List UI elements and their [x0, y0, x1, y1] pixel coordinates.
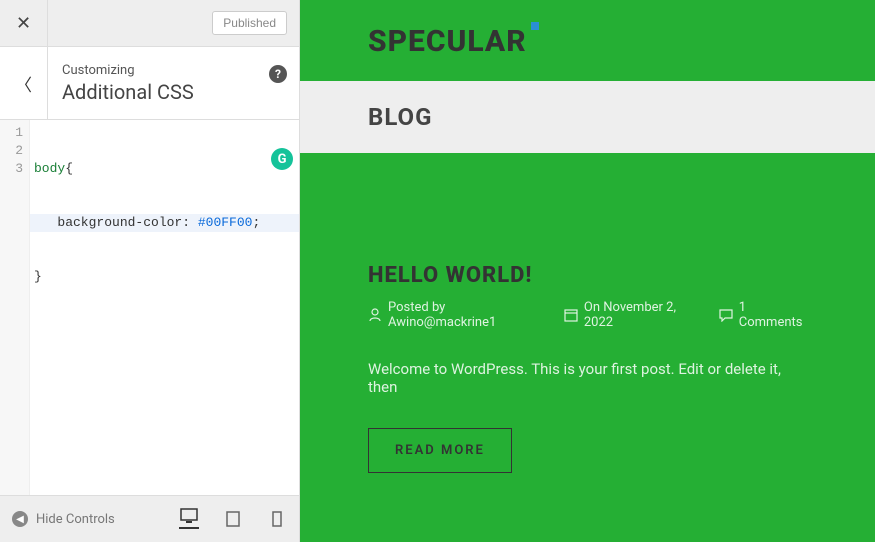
- read-more-button[interactable]: READ MORE: [368, 428, 512, 473]
- tablet-preview-button[interactable]: [223, 509, 243, 529]
- logo-badge-icon: [531, 22, 539, 30]
- device-preview-toggle: [179, 509, 299, 529]
- site-preview[interactable]: SPECULAR BLOG HELLO WORLD! Posted by Awi…: [300, 0, 875, 542]
- post-title[interactable]: HELLO WORLD!: [368, 263, 807, 288]
- user-icon: [368, 308, 382, 323]
- help-icon[interactable]: ?: [269, 65, 287, 83]
- close-customizer-button[interactable]: ✕: [0, 0, 48, 46]
- code-line: background-color: #00FF00;: [30, 214, 299, 232]
- line-gutter: 1 2 3: [0, 120, 30, 495]
- collapse-icon: ◀: [12, 511, 28, 527]
- line-number: 3: [0, 160, 29, 178]
- customizer-footer: ◀ Hide Controls: [0, 495, 299, 542]
- line-number: 1: [0, 124, 29, 142]
- desktop-preview-button[interactable]: [179, 509, 199, 529]
- hide-controls-button[interactable]: ◀ Hide Controls: [0, 511, 179, 527]
- top-actions: Published: [48, 0, 299, 46]
- css-editor[interactable]: 1 2 3 body{ background-color: #00FF00; }…: [0, 120, 299, 495]
- tablet-icon: [226, 511, 240, 527]
- chevron-left-icon: 〈: [15, 71, 32, 96]
- customizer-sidebar: ✕ Published 〈 Customizing Additional CSS…: [0, 0, 300, 542]
- post-meta: Posted by Awino@mackrine1 On November 2,…: [368, 300, 807, 330]
- preview-frame: SPECULAR BLOG HELLO WORLD! Posted by Awi…: [300, 0, 875, 542]
- post-date: On November 2, 2022: [564, 300, 699, 330]
- close-icon: ✕: [16, 13, 31, 34]
- post-excerpt: Welcome to WordPress. This is your first…: [368, 360, 807, 396]
- section-header: 〈 Customizing Additional CSS ?: [0, 47, 299, 120]
- post-author[interactable]: Posted by Awino@mackrine1: [368, 300, 544, 330]
- post-comments-link[interactable]: 1 Comments: [719, 300, 807, 330]
- desktop-icon: [180, 508, 198, 524]
- logo-text: SPECULAR: [368, 24, 527, 59]
- section-title: Additional CSS: [62, 80, 285, 104]
- section-label: Customizing: [62, 63, 285, 78]
- code-line: }: [30, 268, 299, 286]
- back-button[interactable]: 〈: [0, 47, 48, 119]
- line-number: 2: [0, 142, 29, 160]
- grammarly-icon[interactable]: G: [271, 148, 293, 170]
- post: HELLO WORLD! Posted by Awino@mackrine1 O…: [300, 153, 875, 473]
- nav-link-blog[interactable]: BLOG: [368, 103, 432, 131]
- mobile-preview-button[interactable]: [267, 509, 287, 529]
- nav-bar: BLOG: [300, 81, 875, 153]
- code-line: body{: [30, 160, 299, 178]
- publish-status-button[interactable]: Published: [212, 11, 287, 35]
- section-title-wrap: Customizing Additional CSS ?: [48, 53, 299, 114]
- comment-icon: [719, 308, 733, 323]
- calendar-icon: [564, 308, 578, 323]
- hide-controls-label: Hide Controls: [36, 512, 115, 527]
- site-logo[interactable]: SPECULAR: [368, 24, 527, 59]
- customizer-top-bar: ✕ Published: [0, 0, 299, 47]
- site-header: SPECULAR: [300, 0, 875, 81]
- mobile-icon: [272, 511, 282, 527]
- code-content[interactable]: body{ background-color: #00FF00; }: [30, 120, 299, 495]
